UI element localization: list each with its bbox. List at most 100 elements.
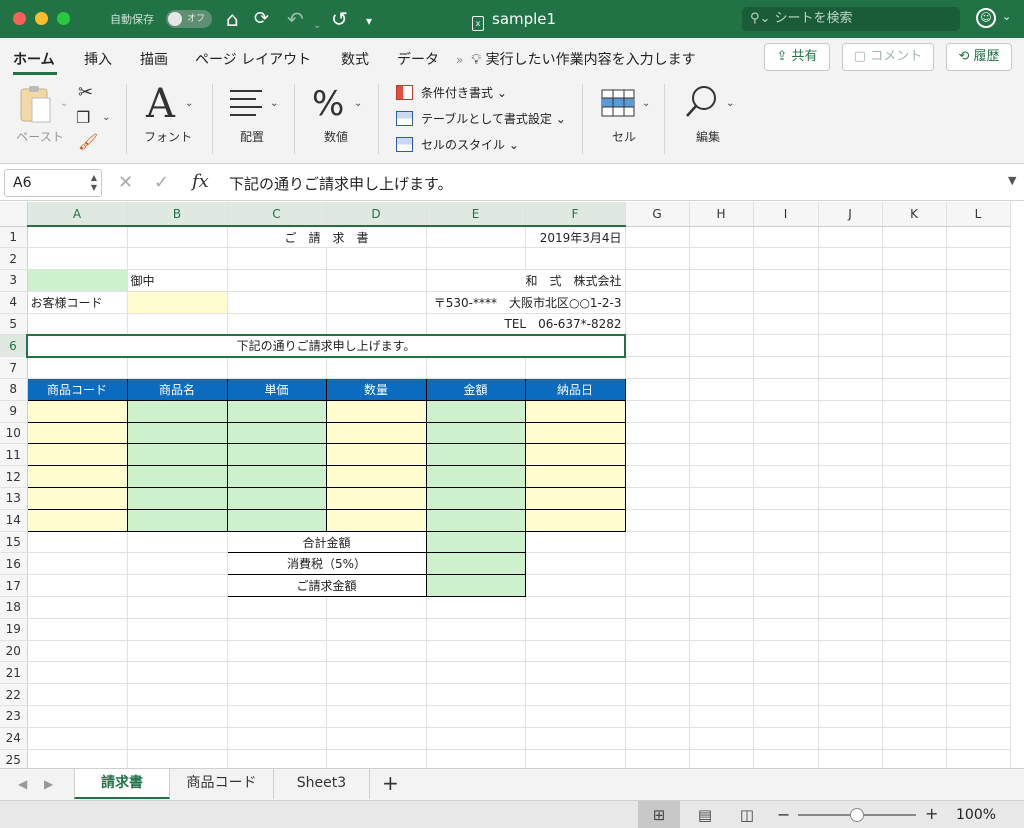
row-header-5[interactable]: 5 (0, 313, 28, 336)
cell-h21[interactable] (689, 661, 754, 685)
cell-a7[interactable] (27, 356, 128, 380)
cell-j8[interactable] (818, 378, 883, 401)
cell-j2[interactable] (818, 247, 883, 271)
cell-l22[interactable] (946, 683, 1011, 707)
add-sheet-button[interactable]: + (382, 771, 399, 795)
cell-g16[interactable] (625, 552, 690, 576)
cell-b2[interactable] (127, 247, 228, 271)
row-header-8[interactable]: 8 (0, 378, 28, 401)
cell-b5[interactable] (127, 313, 228, 336)
cell-i9[interactable] (753, 400, 819, 423)
cell-i13[interactable] (753, 487, 819, 510)
cell-h9[interactable] (689, 400, 754, 423)
cell-b9[interactable] (126, 399, 228, 423)
cell-i1[interactable] (753, 226, 819, 249)
cell-i17[interactable] (753, 574, 819, 598)
cell-g17[interactable] (625, 574, 690, 598)
row-header-10[interactable]: 10 (0, 422, 28, 445)
cell-d21[interactable] (326, 661, 427, 685)
cell-c15[interactable]: 合計金額 (226, 530, 427, 554)
cell-i16[interactable] (753, 552, 819, 576)
column-header-l[interactable]: L (946, 202, 1011, 227)
cell-b17[interactable] (127, 574, 228, 598)
expand-formula-bar-icon[interactable]: ▼ (1008, 174, 1016, 187)
cell-g13[interactable] (625, 487, 690, 510)
prev-sheet-icon[interactable]: ◀ (18, 777, 27, 791)
tab-data[interactable]: データ (397, 49, 439, 69)
cell-b12[interactable] (126, 465, 228, 489)
cell-f1[interactable]: 2019年3月4日 (525, 226, 626, 249)
cell-b18[interactable] (127, 596, 228, 619)
cell-j7[interactable] (818, 356, 883, 380)
cell-b3[interactable]: 御中 (127, 269, 228, 292)
cell-i20[interactable] (753, 640, 819, 663)
cell-j10[interactable] (818, 422, 883, 445)
cell-k9[interactable] (882, 400, 947, 423)
cell-l4[interactable] (946, 291, 1011, 314)
cell-l6[interactable] (946, 334, 1011, 358)
tab-page-layout[interactable]: ページ レイアウト (195, 49, 311, 69)
cell-a14[interactable] (26, 508, 128, 532)
row-header-12[interactable]: 12 (0, 465, 28, 489)
row-header-17[interactable]: 17 (0, 574, 28, 598)
cell-b15[interactable] (127, 531, 228, 554)
column-header-g[interactable]: G (625, 202, 690, 227)
column-header-e[interactable]: E (426, 202, 526, 227)
percent-icon[interactable]: % (312, 84, 344, 124)
cell-a6-merged[interactable]: 下記の通りご請求申し上げます。 (26, 333, 626, 358)
cell-j13[interactable] (818, 487, 883, 510)
cell-c25[interactable] (227, 749, 327, 768)
cell-j11[interactable] (818, 443, 883, 467)
cell-h11[interactable] (689, 443, 754, 467)
cell-g6[interactable] (625, 334, 690, 358)
editing-chevron-icon[interactable]: ⌄ (726, 98, 734, 109)
cell-f17[interactable] (525, 574, 626, 598)
cell-a10[interactable] (26, 421, 128, 445)
cell-e22[interactable] (426, 683, 526, 707)
worksheet-table[interactable]: ABCDEFGHIJKL 1 ご 請 求 書 2019年3月4日 2 3 御中 和 弍 株式会… (0, 202, 1011, 768)
cell-e20[interactable] (426, 640, 526, 663)
zoom-in-button[interactable]: + (925, 804, 938, 823)
cell-e18[interactable] (426, 596, 526, 619)
cell-h10[interactable] (689, 422, 754, 445)
cell-c14[interactable] (226, 508, 327, 532)
cell-b14[interactable] (126, 508, 228, 532)
row-header-6[interactable]: 6 (0, 334, 28, 358)
column-header-k[interactable]: K (882, 202, 947, 227)
cell-a23[interactable] (27, 705, 128, 728)
cell-k2[interactable] (882, 247, 947, 271)
cell-j25[interactable] (818, 749, 883, 768)
cell-i22[interactable] (753, 683, 819, 707)
cells-chevron-icon[interactable]: ⌄ (642, 98, 650, 109)
formula-input[interactable]: 下記の通りご請求申し上げます。 (229, 173, 453, 194)
column-header-a[interactable]: A (27, 202, 128, 227)
paste-chevron-icon[interactable]: ⌄ (60, 98, 68, 109)
cell-e2[interactable] (426, 247, 526, 271)
cell-g5[interactable] (625, 313, 690, 336)
cell-e12[interactable] (425, 465, 526, 489)
cell-a13[interactable] (26, 487, 128, 510)
cell-i19[interactable] (753, 618, 819, 641)
cell-g7[interactable] (625, 356, 690, 380)
alignment-chevron-icon[interactable]: ⌄ (270, 98, 278, 109)
cell-h19[interactable] (689, 618, 754, 641)
cell-i7[interactable] (753, 356, 819, 380)
next-sheet-icon[interactable]: ▶ (44, 777, 53, 791)
cell-k22[interactable] (882, 683, 947, 707)
cell-b19[interactable] (127, 618, 228, 641)
cell-h17[interactable] (689, 574, 754, 598)
cell-l7[interactable] (946, 356, 1011, 380)
cell-i8[interactable] (753, 378, 819, 401)
cell-k7[interactable] (882, 356, 947, 380)
cell-a11[interactable] (26, 443, 128, 467)
customize-toolbar-icon[interactable]: ▾ (366, 9, 372, 33)
cell-c13[interactable] (226, 487, 327, 510)
cancel-entry-icon[interactable]: ✕ (118, 172, 133, 193)
page-break-view-icon[interactable]: ◫ (726, 801, 768, 828)
copy-icon[interactable]: ❐ (76, 108, 90, 127)
cut-icon[interactable]: ✂ (78, 82, 93, 103)
cell-d2[interactable] (326, 247, 427, 271)
cell-e23[interactable] (426, 705, 526, 728)
cell-j20[interactable] (818, 640, 883, 663)
tab-draw[interactable]: 描画 (140, 49, 168, 69)
